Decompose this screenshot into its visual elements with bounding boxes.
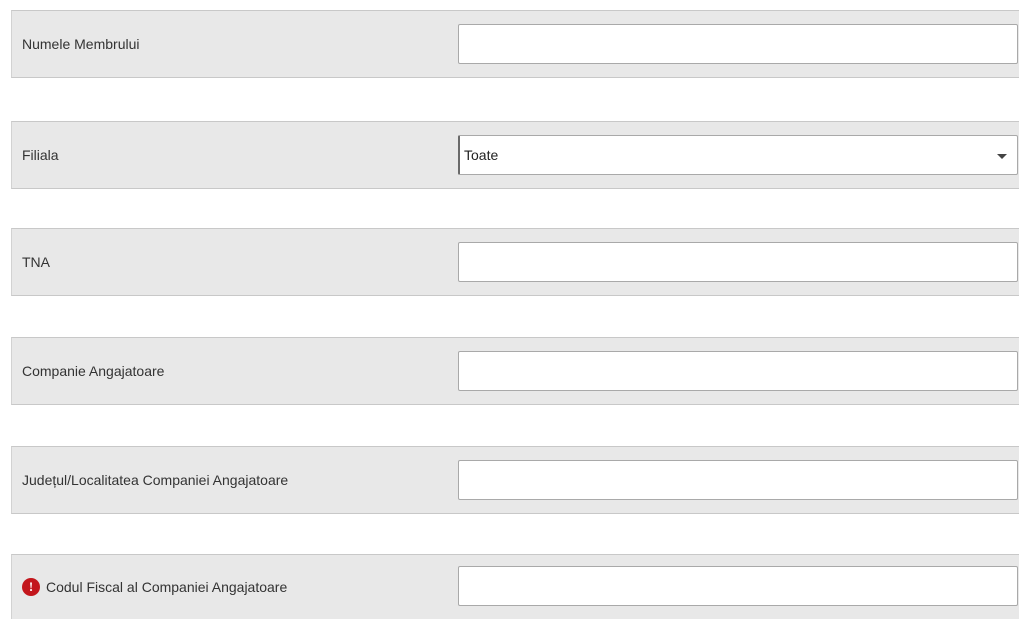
row-tna: TNA xyxy=(11,228,1019,296)
member-name-input[interactable] xyxy=(458,24,1018,64)
info-icon[interactable]: ! xyxy=(22,578,40,596)
employer-company-input[interactable] xyxy=(458,351,1018,391)
member-search-form: Numele Membrului Filiala Toate TNA Compa… xyxy=(0,0,1019,619)
row-employer-company: Companie Angajatoare xyxy=(11,337,1019,405)
chevron-down-icon xyxy=(997,153,1007,159)
tna-input[interactable] xyxy=(458,242,1018,282)
employer-location-label: Județul/Localitatea Companiei Angajatoar… xyxy=(22,472,289,488)
branch-label: Filiala xyxy=(22,147,59,163)
branch-select-value: Toate xyxy=(464,147,499,163)
row-branch: Filiala Toate xyxy=(11,121,1019,189)
employer-fiscal-code-label: Codul Fiscal al Companiei Angajatoare xyxy=(46,579,288,595)
row-member-name: Numele Membrului xyxy=(11,10,1019,78)
member-name-label: Numele Membrului xyxy=(22,36,140,52)
branch-select[interactable]: Toate xyxy=(458,135,1018,175)
employer-location-input[interactable] xyxy=(458,460,1018,500)
employer-company-label: Companie Angajatoare xyxy=(22,363,165,379)
employer-fiscal-code-label-group: ! Codul Fiscal al Companiei Angajatoare xyxy=(22,578,287,596)
row-employer-fiscal-code: ! Codul Fiscal al Companiei Angajatoare xyxy=(11,554,1019,619)
row-employer-location: Județul/Localitatea Companiei Angajatoar… xyxy=(11,446,1019,514)
tna-label: TNA xyxy=(22,254,50,270)
employer-fiscal-code-input[interactable] xyxy=(458,566,1018,606)
